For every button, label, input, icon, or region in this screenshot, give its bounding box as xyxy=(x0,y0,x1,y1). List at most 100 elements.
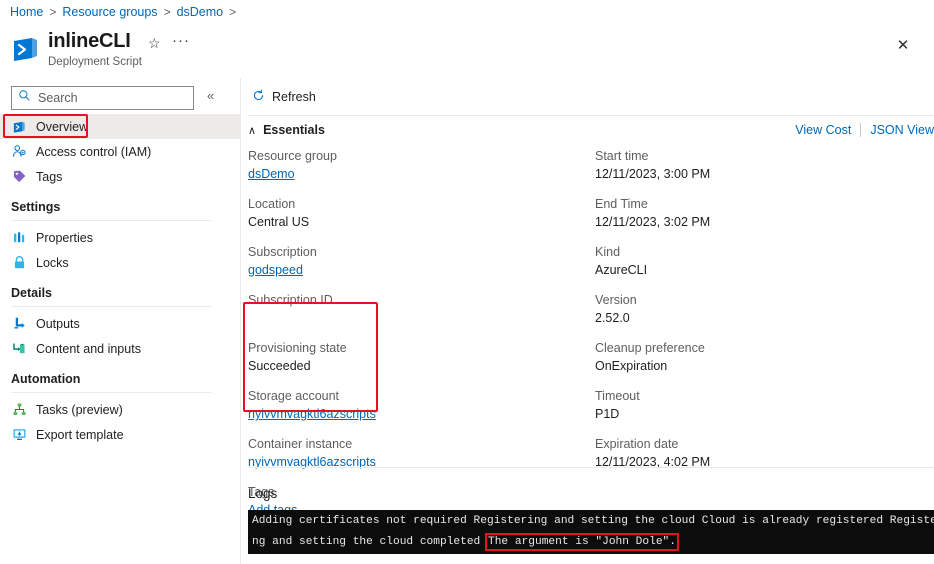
link-divider xyxy=(860,123,862,137)
sidebar-item-content-and-inputs[interactable]: Content and inputs xyxy=(0,336,240,361)
sidebar-item-label: Overview xyxy=(36,119,89,134)
refresh-label: Refresh xyxy=(272,90,316,104)
lock-icon xyxy=(11,255,27,271)
favorite-star-icon[interactable]: ☆ xyxy=(148,35,161,52)
field-label: Timeout xyxy=(595,389,640,403)
sidebar-section-details: Details xyxy=(11,286,52,300)
field-value: 12/11/2023, 3:00 PM xyxy=(595,167,711,181)
field-label: Storage account xyxy=(248,389,340,403)
page-subtitle: Deployment Script xyxy=(48,56,142,68)
content-inputs-icon xyxy=(11,341,27,357)
essentials-header: ∧ Essentials View Cost JSON View xyxy=(248,118,934,142)
breadcrumb-item-home[interactable]: Home xyxy=(10,5,43,19)
toolbar-divider xyxy=(248,115,934,116)
search-box[interactable] xyxy=(11,86,201,110)
field-end-time: End Time 12/11/2023, 3:02 PM xyxy=(595,195,925,231)
deployment-script-icon xyxy=(11,119,27,135)
breadcrumb-item-resource-groups[interactable]: Resource groups xyxy=(62,5,157,19)
field-value-link[interactable]: nyivvmvagktl6azscripts xyxy=(248,453,578,471)
field-label: Location xyxy=(248,197,296,211)
main-content: Refresh ∧ Essentials View Cost JSON View… xyxy=(248,82,934,554)
field-provisioning-state: Provisioning state Succeeded xyxy=(248,339,578,375)
field-value-link[interactable]: nyivvmvagktl6azscripts xyxy=(248,405,578,423)
sidebar-item-overview[interactable]: Overview xyxy=(0,114,240,139)
field-label: Expiration date xyxy=(595,437,679,451)
breadcrumb-item-dsdemo[interactable]: dsDemo xyxy=(177,5,224,19)
view-cost-link[interactable]: View Cost xyxy=(795,123,851,137)
outputs-icon xyxy=(11,316,27,332)
field-label: Subscription ID xyxy=(248,293,333,307)
field-label: Start time xyxy=(595,149,649,163)
sidebar-nav: Overview Access control (IAM) Tags Setti… xyxy=(0,114,240,564)
breadcrumb-separator: > xyxy=(49,5,57,19)
breadcrumb-separator: > xyxy=(163,5,171,19)
field-cleanup-preference: Cleanup preference OnExpiration xyxy=(595,339,925,375)
field-version: Version 2.52.0 xyxy=(595,291,925,327)
field-value: Central US xyxy=(248,215,310,229)
field-location: Location Central US xyxy=(248,195,578,231)
field-value-link[interactable]: godspeed xyxy=(248,261,578,279)
essentials-bottom-divider xyxy=(248,467,934,468)
field-label: Subscription xyxy=(248,245,317,259)
sidebar-section-automation: Automation xyxy=(11,372,81,386)
sidebar-item-export-template[interactable]: Export template xyxy=(0,422,240,447)
tag-icon xyxy=(11,169,27,185)
field-subscription-id: Subscription ID xyxy=(248,291,578,327)
essentials-toggle[interactable]: ∧ Essentials xyxy=(248,123,325,137)
field-label: Resource group xyxy=(248,149,337,163)
sidebar-item-label: Export template xyxy=(36,427,124,442)
breadcrumb-separator: > xyxy=(229,5,237,19)
sidebar-item-label: Outputs xyxy=(36,316,80,331)
field-label: Kind xyxy=(595,245,621,259)
search-input[interactable] xyxy=(36,90,201,106)
azure-portal-blade: Home > Resource groups > dsDemo > inline… xyxy=(0,0,934,564)
field-value: 12/11/2023, 4:02 PM xyxy=(595,455,711,469)
sidebar-item-label: Content and inputs xyxy=(36,341,141,356)
sidebar-item-label: Access control (IAM) xyxy=(36,144,152,159)
sidebar-item-outputs[interactable]: Outputs xyxy=(0,311,240,336)
json-view-link[interactable]: JSON View xyxy=(870,123,934,137)
log-highlighted-argument: The argument is "John Dole". xyxy=(484,533,679,551)
field-label: Version xyxy=(595,293,637,307)
sidebar-item-locks[interactable]: Locks xyxy=(0,250,240,275)
sidebar-item-tasks[interactable]: Tasks (preview) xyxy=(0,397,240,422)
essentials-links: View Cost JSON View xyxy=(795,123,934,137)
logs-console[interactable]: Adding certificates not required Registe… xyxy=(248,510,934,554)
sidebar-item-access-control[interactable]: Access control (IAM) xyxy=(0,139,240,164)
sidebar-item-label: Tags xyxy=(36,169,63,184)
export-template-icon xyxy=(11,427,27,443)
search-icon xyxy=(18,89,31,107)
essentials-right-column: Start time 12/11/2023, 3:00 PM End Time … xyxy=(595,147,925,483)
log-line-2-prefix: ng and setting the cloud completed xyxy=(252,536,487,548)
field-start-time: Start time 12/11/2023, 3:00 PM xyxy=(595,147,925,183)
more-options-icon[interactable]: ··· xyxy=(172,32,190,49)
sidebar-item-label: Properties xyxy=(36,230,93,245)
field-label: Tags xyxy=(248,485,275,499)
sidebar-item-label: Locks xyxy=(36,255,69,270)
logs-title: Logs xyxy=(248,486,278,501)
access-control-icon xyxy=(11,144,27,160)
field-label: Cleanup preference xyxy=(595,341,705,355)
field-label: Provisioning state xyxy=(248,341,347,355)
refresh-icon xyxy=(252,89,265,105)
chevron-up-icon: ∧ xyxy=(248,124,257,137)
sidebar-divider xyxy=(11,220,212,221)
field-value xyxy=(248,309,578,327)
field-value: 2.52.0 xyxy=(595,311,630,325)
refresh-button[interactable]: Refresh xyxy=(248,82,334,112)
field-container-instance: Container instance nyivvmvagktl6azscript… xyxy=(248,435,578,471)
field-value: AzureCLI xyxy=(595,263,648,277)
sidebar-divider xyxy=(11,306,212,307)
field-label: End Time xyxy=(595,197,648,211)
collapse-sidebar-icon[interactable]: « xyxy=(207,88,214,103)
field-value: P1D xyxy=(595,407,620,421)
panel-divider xyxy=(240,78,241,564)
log-line-1: Adding certificates not required Registe… xyxy=(252,515,934,527)
field-value-link[interactable]: dsDemo xyxy=(248,165,578,183)
field-timeout: Timeout P1D xyxy=(595,387,925,423)
sidebar-item-properties[interactable]: Properties xyxy=(0,225,240,250)
sidebar-item-tags[interactable]: Tags xyxy=(0,164,240,189)
field-label: Container instance xyxy=(248,437,353,451)
log-line-2: ng and setting the cloud completed The a… xyxy=(252,532,930,553)
close-icon[interactable]: ✕ xyxy=(890,32,916,58)
